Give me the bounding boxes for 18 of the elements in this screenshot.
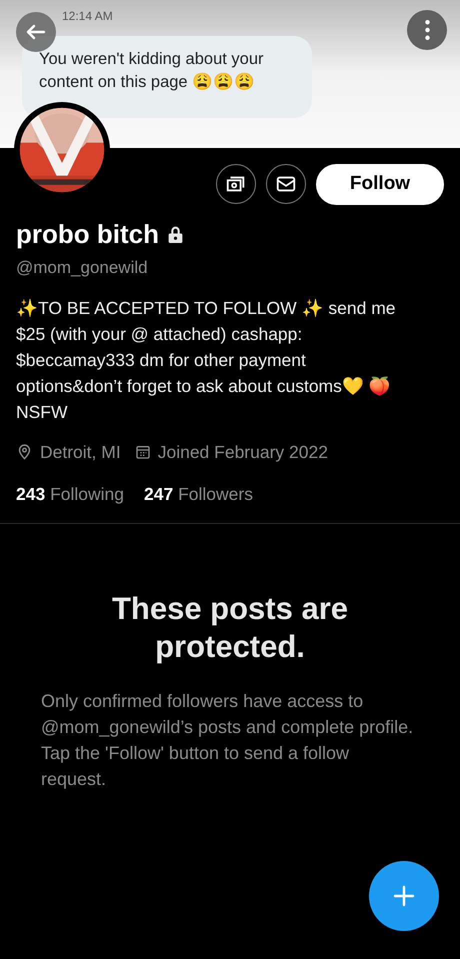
tip-button[interactable] [216, 164, 256, 204]
followers-count[interactable]: 247 Followers [144, 480, 253, 507]
follow-button[interactable]: Follow [316, 164, 444, 204]
profile-name: probo bitch [16, 218, 159, 251]
location-pin-icon [16, 443, 33, 460]
profile-bio: ✨TO BE ACCEPTED TO FOLLOW ✨ send me $25 (with your @ attached) cashapp: $beccamay333 dm for other payment options&don’t forget to ask about customs💛 🍑 NSFW [16, 296, 397, 424]
message-time: 12:14 AM [61, 10, 114, 22]
joined-date: Joined February 2022 [158, 440, 328, 464]
more-icon [424, 20, 430, 40]
location-text: Detroit, MI [40, 440, 121, 464]
message-button[interactable] [266, 164, 306, 204]
protected-message: Only confirmed followers have access to @mom_gonewild’s posts and complete profile. Tap the 'Follow' button to send a follow request. [41, 690, 414, 791]
protected-title: These posts are protected. [110, 590, 350, 666]
following-count[interactable]: 243 Following [16, 480, 124, 507]
plus-icon [392, 884, 416, 908]
message-bubble: You weren't kidding about your content on this page 😩😩😩 [22, 36, 312, 118]
profile-handle: @mom_gonewild [16, 257, 149, 279]
calendar-icon [134, 444, 151, 460]
